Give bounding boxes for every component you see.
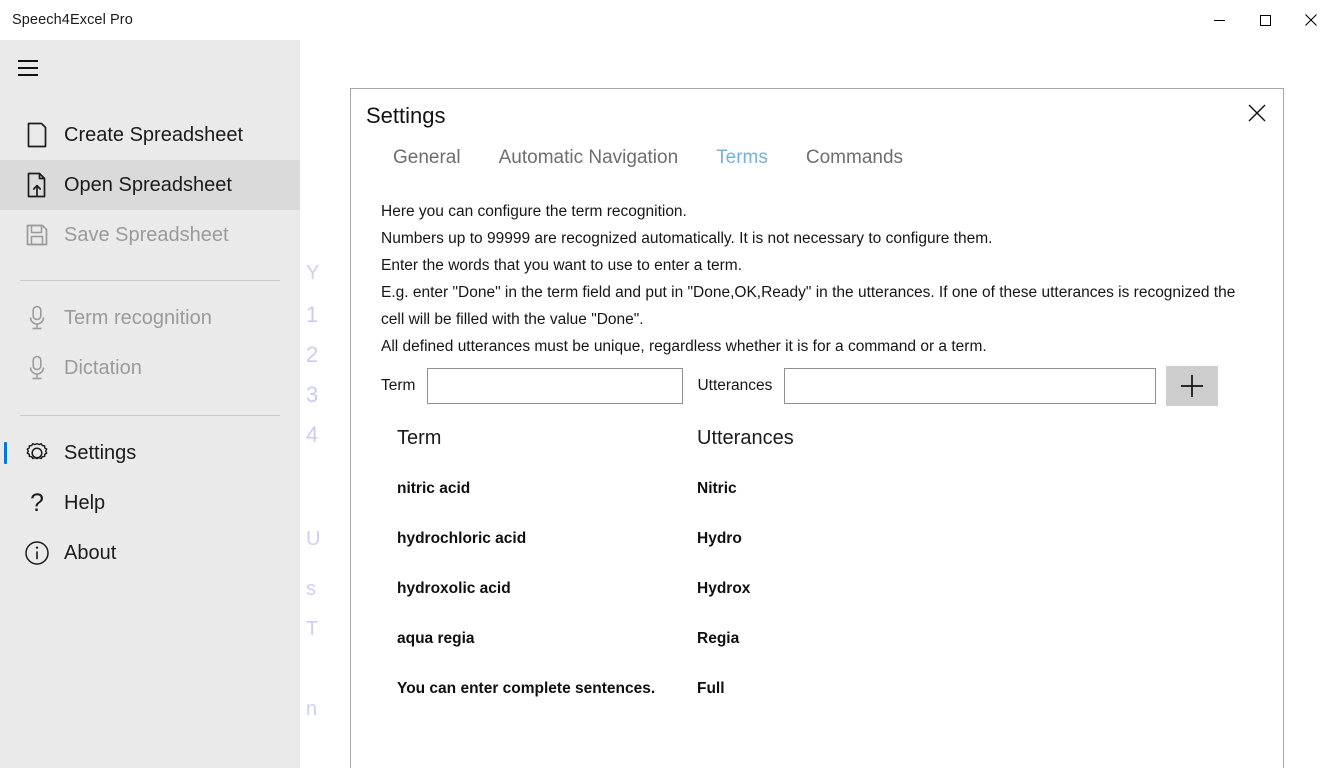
selection-indicator [4, 442, 7, 464]
settings-dialog: Settings General Automatic Navigation Te… [350, 88, 1284, 768]
maximize-icon [1259, 14, 1271, 26]
add-term-button[interactable] [1166, 366, 1219, 406]
bg-cell-text: s [306, 578, 316, 600]
cell-term: hydroxolic acid [397, 580, 511, 597]
description-line: Enter the words that you want to use to … [381, 257, 742, 274]
term-input[interactable] [427, 368, 684, 404]
sidebar-item-label: Save Spreadsheet [64, 223, 229, 246]
sidebar-item-open-spreadsheet[interactable]: Open Spreadsheet [0, 160, 300, 210]
cell-term: You can enter complete sentences. [397, 680, 656, 697]
bg-cell-text: Y [306, 262, 320, 284]
bg-cell-text: U [306, 528, 321, 550]
terms-description: Here you can configure the term recognit… [381, 198, 1249, 360]
close-icon [1248, 104, 1266, 122]
bg-row-number: 2 [306, 342, 319, 367]
sidebar-item-term-recognition[interactable]: Term recognition [0, 293, 300, 343]
bg-row-number: 1 [306, 302, 319, 327]
tab-terms[interactable]: Terms [716, 147, 768, 169]
plus-icon [1181, 375, 1204, 397]
cell-term: nitric acid [397, 480, 471, 497]
sidebar-item-create-spreadsheet[interactable]: Create Spreadsheet [0, 110, 300, 160]
sidebar-divider [20, 280, 280, 281]
table-row[interactable]: hydroxolic acid Hydrox [397, 564, 1247, 614]
sidebar-item-label: Settings [64, 441, 137, 464]
sidebar-item-label: Create Spreadsheet [64, 123, 244, 146]
table-row[interactable]: aqua regia Regia [397, 614, 1247, 664]
sidebar-item-dictation[interactable]: Dictation [0, 343, 300, 393]
cell-utterances: Hydrox [697, 580, 751, 597]
utterances-field-label: Utterances [697, 377, 773, 394]
sidebar-item-help[interactable]: ? Help [0, 478, 300, 528]
sidebar-item-label: Term recognition [64, 306, 212, 329]
dialog-title: Settings [366, 103, 446, 128]
navigation-sidebar: Create Spreadsheet Open Spreadsheet Save… [0, 40, 300, 768]
sidebar-item-label: Open Spreadsheet [64, 173, 232, 196]
tab-general[interactable]: General [393, 147, 461, 169]
sidebar-divider [20, 415, 280, 416]
sidebar-item-label: About [64, 541, 117, 564]
settings-tab-bar: General Automatic Navigation Terms Comma… [393, 147, 941, 169]
description-line: All defined utterances must be unique, r… [381, 338, 987, 355]
cell-term: aqua regia [397, 630, 475, 647]
window-controls [1196, 0, 1334, 40]
sidebar-item-about[interactable]: About [0, 528, 300, 578]
sidebar-item-save-spreadsheet[interactable]: Save Spreadsheet [0, 210, 300, 260]
terms-table-header: Term Utterances [397, 427, 1247, 450]
terms-table: Term Utterances nitric acid Nitric hydro… [397, 427, 1247, 714]
bg-cell-text: T [306, 618, 319, 640]
open-document-icon [22, 170, 52, 200]
cell-term: hydrochloric acid [397, 530, 527, 547]
table-row[interactable]: nitric acid Nitric [397, 464, 1247, 514]
close-icon [1305, 14, 1317, 26]
info-circle-icon [22, 538, 52, 568]
hamburger-menu-button[interactable] [4, 44, 52, 92]
maximize-button[interactable] [1242, 0, 1288, 40]
question-mark-icon: ? [22, 488, 52, 518]
column-header-term: Term [397, 427, 442, 449]
gear-icon [22, 438, 52, 468]
cell-utterances: Regia [697, 630, 740, 647]
add-term-form: Term Utterances [381, 366, 1219, 406]
dialog-close-button[interactable] [1235, 93, 1279, 133]
minimize-icon [1213, 19, 1225, 21]
description-line: Here you can configure the term recognit… [381, 203, 687, 220]
title-bar: Speech4Excel Pro [0, 0, 1334, 40]
microphone-icon [22, 353, 52, 383]
hamburger-icon-bar [18, 60, 38, 63]
sidebar-item-settings[interactable]: Settings [0, 428, 300, 478]
new-document-icon [22, 120, 52, 150]
app-title: Speech4Excel Pro [12, 12, 133, 28]
description-line: Numbers up to 99999 are recognized autom… [381, 230, 993, 247]
hamburger-icon-bar [18, 73, 38, 76]
table-row[interactable]: hydrochloric acid Hydro [397, 514, 1247, 564]
description-line: E.g. enter "Done" in the term field and … [381, 284, 1236, 328]
sidebar-item-label: Help [64, 491, 106, 514]
bg-row-number: 3 [306, 382, 319, 407]
utterances-input[interactable] [784, 368, 1157, 404]
bg-row-number: 4 [306, 422, 319, 447]
tab-automatic-navigation[interactable]: Automatic Navigation [499, 147, 679, 169]
cell-utterances: Nitric [697, 480, 737, 497]
microphone-icon [22, 303, 52, 333]
close-button[interactable] [1288, 0, 1334, 40]
sidebar-item-label: Dictation [64, 356, 142, 379]
hamburger-icon-bar [18, 67, 38, 69]
svg-text:?: ? [30, 490, 44, 516]
minimize-button[interactable] [1196, 0, 1242, 40]
cell-utterances: Hydro [697, 530, 742, 547]
tab-commands[interactable]: Commands [806, 147, 903, 169]
term-field-label: Term [381, 377, 416, 394]
application-window: Speech4Excel Pro 1 2 3 4 Y U s T n Creat… [0, 0, 1334, 768]
column-header-utterances: Utterances [697, 427, 794, 449]
table-row[interactable]: You can enter complete sentences. Full [397, 664, 1247, 714]
floppy-disk-icon [22, 220, 52, 250]
cell-utterances: Full [697, 680, 725, 697]
bg-cell-text: n [306, 698, 318, 720]
